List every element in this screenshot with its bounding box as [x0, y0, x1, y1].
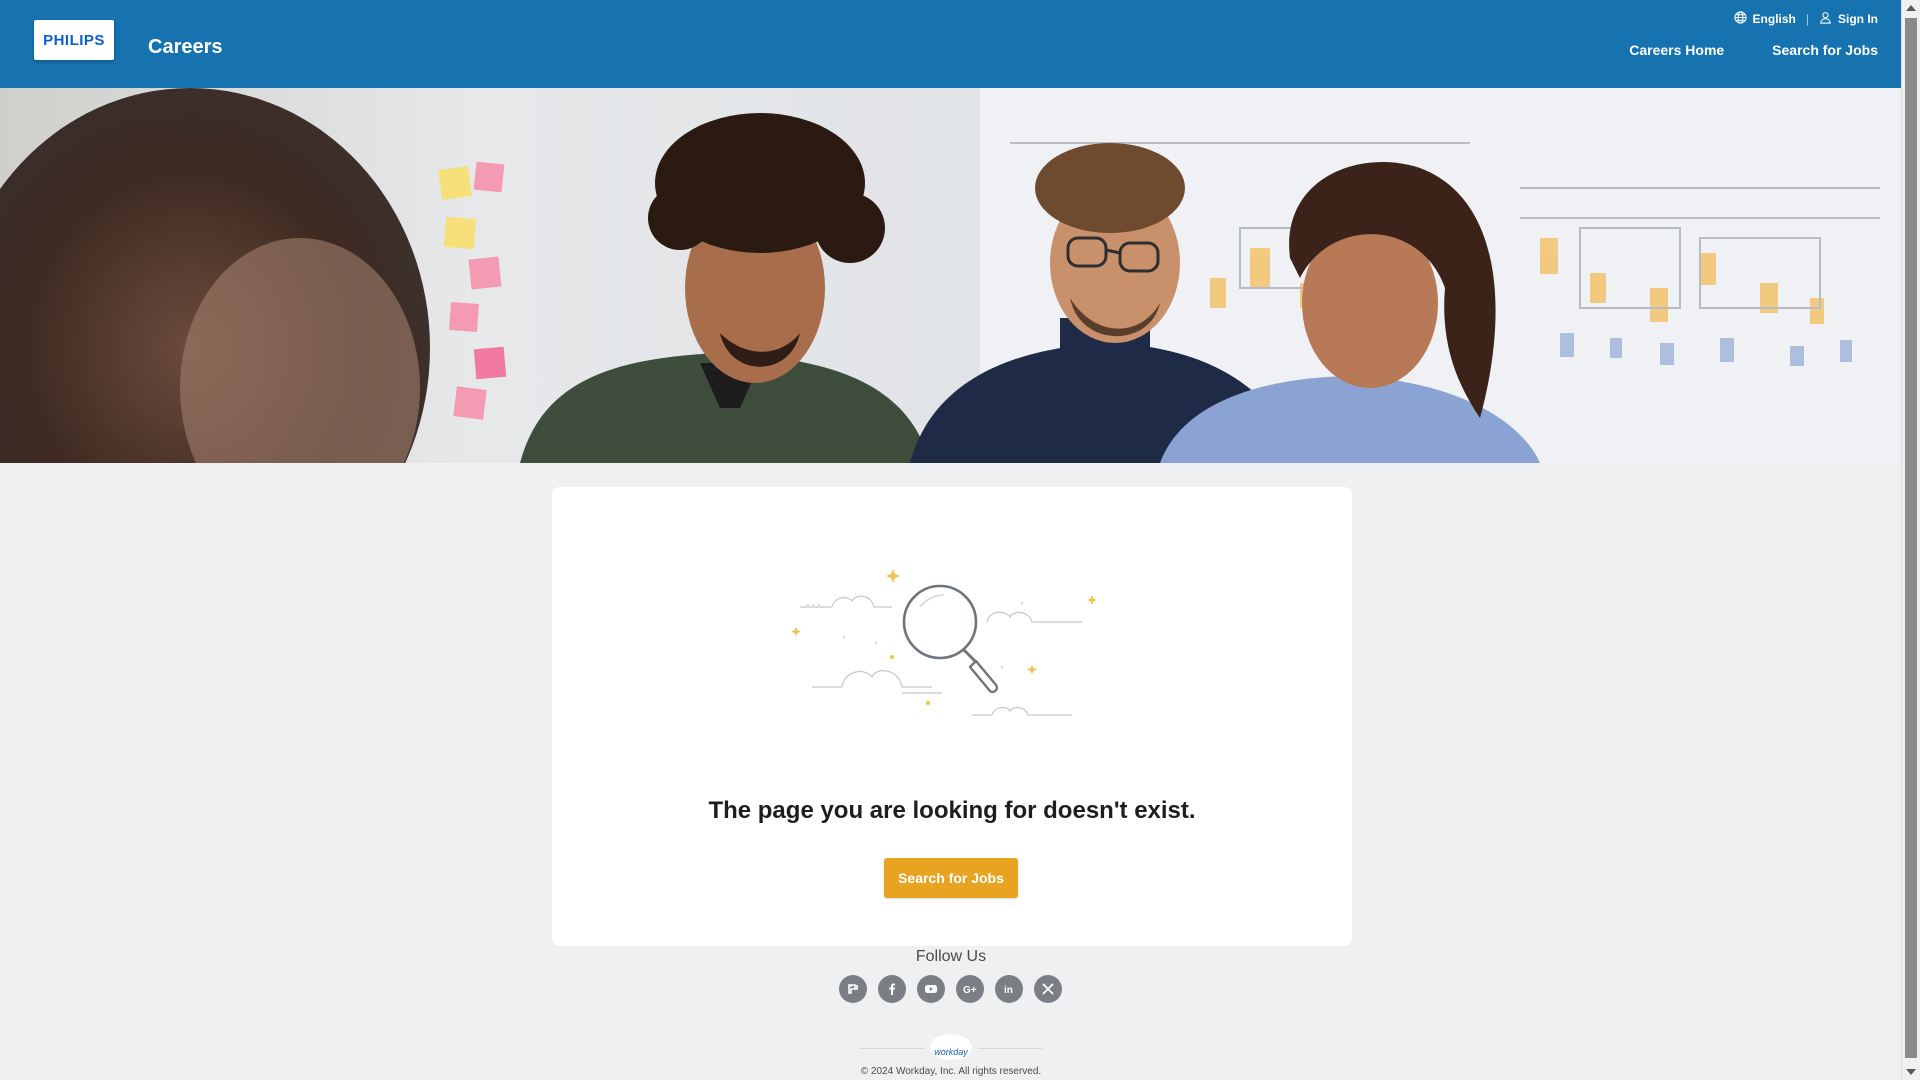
error-title: The page you are looking for doesn't exi… — [708, 797, 1196, 824]
x-icon[interactable] — [1034, 975, 1062, 1003]
philips-logo[interactable]: PHILIPS — [34, 20, 114, 60]
divider-right — [978, 1048, 1042, 1049]
workday-logo[interactable]: workday — [930, 1034, 972, 1060]
svg-text:G+: G+ — [963, 985, 977, 996]
linkedin-icon[interactable]: in — [995, 975, 1023, 1003]
scroll-down-arrow-icon[interactable] — [1906, 1069, 1916, 1075]
hero-image — [0, 88, 1902, 463]
workday-branding: workday — [860, 1030, 1042, 1060]
utility-nav: English | Sign In — [1733, 11, 1878, 27]
language-label: English — [1752, 12, 1796, 26]
logo-text: PHILIPS — [43, 31, 105, 49]
magnifier-illustration — [792, 569, 1097, 716]
user-icon — [1819, 11, 1832, 27]
youtube-icon[interactable] — [917, 975, 945, 1003]
sign-in-link[interactable]: Sign In — [1819, 11, 1878, 27]
site-header: PHILIPS Careers English | Sign In Career… — [0, 0, 1902, 88]
svg-text:in: in — [1004, 985, 1013, 996]
main-nav: Careers Home Search for Jobs — [1629, 42, 1878, 58]
google-plus-icon[interactable]: G+ — [956, 975, 984, 1003]
globe-icon — [1733, 11, 1747, 27]
scroll-up-arrow-icon[interactable] — [1906, 5, 1916, 11]
social-links: G+ in — [839, 975, 1062, 1003]
scroll-thumb[interactable] — [1905, 18, 1917, 1058]
utility-separator: | — [1805, 12, 1809, 26]
follow-us-label: Follow Us — [915, 948, 987, 965]
page: PHILIPS Careers English | Sign In Career… — [0, 0, 1920, 1080]
glassdoor-icon[interactable] — [839, 975, 867, 1003]
facebook-icon[interactable] — [878, 975, 906, 1003]
divider-left — [860, 1048, 924, 1049]
nav-careers-home[interactable]: Careers Home — [1629, 42, 1724, 58]
workday-logo-text: workday — [934, 1047, 968, 1057]
copyright-text: © 2024 Workday, Inc. All rights reserved… — [860, 1066, 1042, 1077]
sign-in-label: Sign In — [1838, 12, 1878, 26]
content-area: PHILIPS Careers English | Sign In Career… — [0, 0, 1902, 1080]
language-selector[interactable]: English — [1733, 11, 1796, 27]
vertical-scrollbar[interactable] — [1901, 0, 1920, 1080]
site-title[interactable]: Careers — [148, 36, 223, 59]
nav-search-for-jobs[interactable]: Search for Jobs — [1772, 42, 1878, 58]
error-card: The page you are looking for doesn't exi… — [552, 487, 1352, 946]
search-for-jobs-button[interactable]: Search for Jobs — [884, 858, 1018, 898]
